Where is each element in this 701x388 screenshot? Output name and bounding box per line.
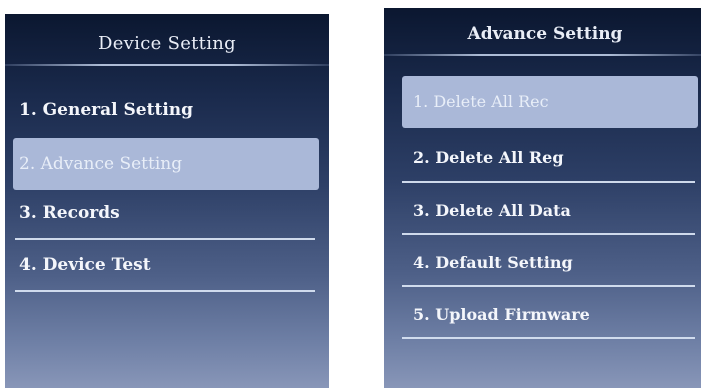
menu-divider (15, 238, 315, 240)
menu-divider (402, 337, 695, 339)
screen-title: Advance Setting (467, 24, 623, 44)
menu-divider (15, 290, 315, 292)
menu-item-advance-setting[interactable]: 2. Advance Setting (13, 138, 319, 190)
menu-item-default-setting[interactable]: 4. Default Setting (413, 253, 573, 272)
title-divider (384, 54, 701, 56)
menu-divider (402, 285, 695, 287)
advance-setting-screen: Advance Setting 1. Delete All Rec 2. Del… (384, 8, 701, 388)
menu-item-records[interactable]: 3. Records (19, 203, 120, 223)
menu-item-device-test[interactable]: 4. Device Test (19, 255, 151, 275)
menu-item-general-setting[interactable]: 1. General Setting (19, 100, 193, 120)
menu-item-delete-all-data[interactable]: 3. Delete All Data (413, 201, 571, 220)
menu-divider (402, 233, 695, 235)
device-setting-screen: Device Setting 1. General Setting 2. Adv… (5, 14, 329, 388)
menu-divider (402, 181, 695, 183)
menu-item-upload-firmware[interactable]: 5. Upload Firmware (413, 305, 590, 324)
title-divider (5, 64, 329, 66)
screen-title: Device Setting (98, 33, 236, 54)
menu-item-delete-all-reg[interactable]: 2. Delete All Reg (413, 148, 564, 167)
menu-item-delete-all-rec[interactable]: 1. Delete All Rec (402, 76, 698, 128)
